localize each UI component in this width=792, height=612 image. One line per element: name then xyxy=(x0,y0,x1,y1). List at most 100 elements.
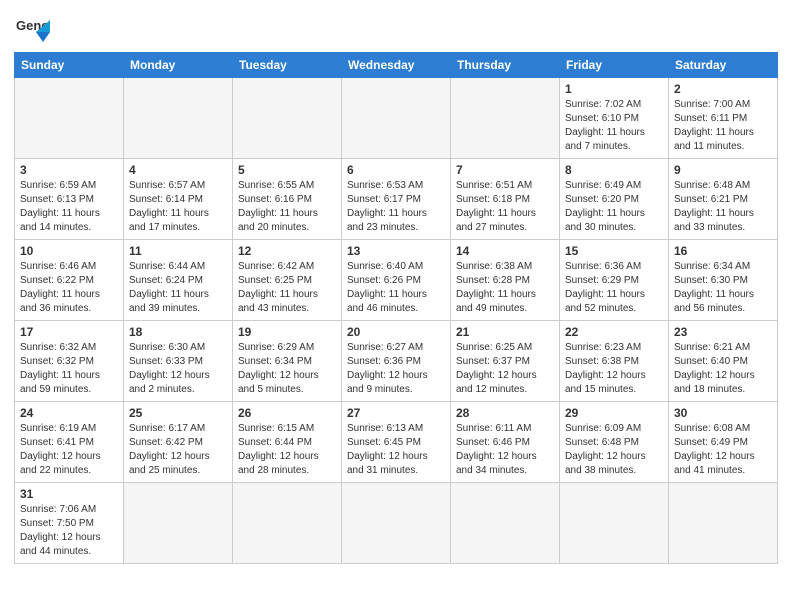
day-cell: 12Sunrise: 6:42 AM Sunset: 6:25 PM Dayli… xyxy=(233,240,342,321)
day-number: 23 xyxy=(674,325,772,339)
day-info: Sunrise: 6:30 AM Sunset: 6:33 PM Dayligh… xyxy=(129,341,227,397)
day-info: Sunrise: 6:42 AM Sunset: 6:25 PM Dayligh… xyxy=(238,260,336,316)
day-info: Sunrise: 6:36 AM Sunset: 6:29 PM Dayligh… xyxy=(565,260,663,316)
day-number: 25 xyxy=(129,406,227,420)
weekday-header-saturday: Saturday xyxy=(669,53,778,78)
day-info: Sunrise: 6:09 AM Sunset: 6:48 PM Dayligh… xyxy=(565,422,663,478)
day-cell: 15 Sunrise: 6:36 AM Sunset: 6:29 PM Dayli… xyxy=(560,240,669,321)
day-cell: 8 Sunrise: 6:49 AM Sunset: 6:20 PM Daylig… xyxy=(560,159,669,240)
day-cell xyxy=(669,483,778,564)
day-info: Sunrise: 7:06 AM Sunset: 7:50 PM Dayligh… xyxy=(20,503,118,559)
day-info: Sunrise: 6:23 AM Sunset: 6:38 PM Dayligh… xyxy=(565,341,663,397)
day-cell xyxy=(560,483,669,564)
day-number: 17 xyxy=(20,325,118,339)
day-cell: 11Sunrise: 6:44 AM Sunset: 6:24 PM Dayli… xyxy=(124,240,233,321)
day-cell: 19 Sunrise: 6:29 AM Sunset: 6:34 PM Dayli… xyxy=(233,321,342,402)
day-cell: 6Sunrise: 6:53 AM Sunset: 6:17 PM Daylig… xyxy=(342,159,451,240)
day-cell: 10Sunrise: 6:46 AM Sunset: 6:22 PM Dayli… xyxy=(15,240,124,321)
day-cell: 21Sunrise: 6:25 AM Sunset: 6:37 PM Dayli… xyxy=(451,321,560,402)
week-row-4: 24 Sunrise: 6:19 AM Sunset: 6:41 PM Dayli… xyxy=(15,402,778,483)
day-info: Sunrise: 6:13 AM Sunset: 6:45 PM Dayligh… xyxy=(347,422,445,478)
day-cell xyxy=(451,483,560,564)
week-row-3: 17 Sunrise: 6:32 AM Sunset: 6:32 PM Dayli… xyxy=(15,321,778,402)
day-info: Sunrise: 6:27 AM Sunset: 6:36 PM Dayligh… xyxy=(347,341,445,397)
week-row-0: 1Sunrise: 7:02 AM Sunset: 6:10 PM Daylig… xyxy=(15,78,778,159)
day-cell: 26 Sunrise: 6:15 AM Sunset: 6:44 PM Dayli… xyxy=(233,402,342,483)
day-cell: 23Sunrise: 6:21 AM Sunset: 6:40 PM Dayli… xyxy=(669,321,778,402)
day-cell: 27 Sunrise: 6:13 AM Sunset: 6:45 PM Dayli… xyxy=(342,402,451,483)
weekday-header-tuesday: Tuesday xyxy=(233,53,342,78)
day-info: Sunrise: 6:59 AM Sunset: 6:13 PM Dayligh… xyxy=(20,179,118,235)
day-number: 14 xyxy=(456,244,554,258)
day-info: Sunrise: 6:29 AM Sunset: 6:34 PM Dayligh… xyxy=(238,341,336,397)
day-info: Sunrise: 6:08 AM Sunset: 6:49 PM Dayligh… xyxy=(674,422,772,478)
day-cell xyxy=(451,78,560,159)
day-cell: 1Sunrise: 7:02 AM Sunset: 6:10 PM Daylig… xyxy=(560,78,669,159)
day-info: Sunrise: 7:02 AM Sunset: 6:10 PM Dayligh… xyxy=(565,98,663,154)
day-number: 7 xyxy=(456,163,554,177)
day-info: Sunrise: 6:40 AM Sunset: 6:26 PM Dayligh… xyxy=(347,260,445,316)
day-number: 13 xyxy=(347,244,445,258)
day-info: Sunrise: 6:51 AM Sunset: 6:18 PM Dayligh… xyxy=(456,179,554,235)
day-number: 18 xyxy=(129,325,227,339)
day-number: 8 xyxy=(565,163,663,177)
day-info: Sunrise: 7:00 AM Sunset: 6:11 PM Dayligh… xyxy=(674,98,772,154)
day-info: Sunrise: 6:55 AM Sunset: 6:16 PM Dayligh… xyxy=(238,179,336,235)
day-number: 2 xyxy=(674,82,772,96)
week-row-2: 10Sunrise: 6:46 AM Sunset: 6:22 PM Dayli… xyxy=(15,240,778,321)
day-info: Sunrise: 6:38 AM Sunset: 6:28 PM Dayligh… xyxy=(456,260,554,316)
day-cell xyxy=(342,483,451,564)
day-info: Sunrise: 6:44 AM Sunset: 6:24 PM Dayligh… xyxy=(129,260,227,316)
logo: General xyxy=(14,10,54,46)
day-cell xyxy=(233,483,342,564)
day-info: Sunrise: 6:32 AM Sunset: 6:32 PM Dayligh… xyxy=(20,341,118,397)
general-blue-logo-icon: General xyxy=(14,10,50,46)
day-info: Sunrise: 6:46 AM Sunset: 6:22 PM Dayligh… xyxy=(20,260,118,316)
day-cell xyxy=(124,483,233,564)
day-number: 9 xyxy=(674,163,772,177)
day-cell: 3Sunrise: 6:59 AM Sunset: 6:13 PM Daylig… xyxy=(15,159,124,240)
day-number: 16 xyxy=(674,244,772,258)
day-number: 26 xyxy=(238,406,336,420)
day-cell: 20 Sunrise: 6:27 AM Sunset: 6:36 PM Dayli… xyxy=(342,321,451,402)
day-cell: 13 Sunrise: 6:40 AM Sunset: 6:26 PM Dayli… xyxy=(342,240,451,321)
day-info: Sunrise: 6:19 AM Sunset: 6:41 PM Dayligh… xyxy=(20,422,118,478)
weekday-header-thursday: Thursday xyxy=(451,53,560,78)
calendar-table: SundayMondayTuesdayWednesdayThursdayFrid… xyxy=(14,52,778,564)
day-info: Sunrise: 6:49 AM Sunset: 6:20 PM Dayligh… xyxy=(565,179,663,235)
day-cell: 30 Sunrise: 6:08 AM Sunset: 6:49 PM Dayli… xyxy=(669,402,778,483)
weekday-header-friday: Friday xyxy=(560,53,669,78)
day-cell xyxy=(342,78,451,159)
day-info: Sunrise: 6:53 AM Sunset: 6:17 PM Dayligh… xyxy=(347,179,445,235)
day-info: Sunrise: 6:15 AM Sunset: 6:44 PM Dayligh… xyxy=(238,422,336,478)
day-number: 19 xyxy=(238,325,336,339)
day-info: Sunrise: 6:34 AM Sunset: 6:30 PM Dayligh… xyxy=(674,260,772,316)
day-cell: 4 Sunrise: 6:57 AM Sunset: 6:14 PM Daylig… xyxy=(124,159,233,240)
day-cell xyxy=(15,78,124,159)
day-cell xyxy=(124,78,233,159)
day-cell: 14 Sunrise: 6:38 AM Sunset: 6:28 PM Dayli… xyxy=(451,240,560,321)
day-cell: 28Sunrise: 6:11 AM Sunset: 6:46 PM Dayli… xyxy=(451,402,560,483)
page: General SundayMondayTuesdayWednesdayThur… xyxy=(0,0,792,570)
day-cell: 24 Sunrise: 6:19 AM Sunset: 6:41 PM Dayli… xyxy=(15,402,124,483)
day-number: 30 xyxy=(674,406,772,420)
day-number: 24 xyxy=(20,406,118,420)
day-number: 20 xyxy=(347,325,445,339)
day-cell: 29Sunrise: 6:09 AM Sunset: 6:48 PM Dayli… xyxy=(560,402,669,483)
weekday-header-wednesday: Wednesday xyxy=(342,53,451,78)
day-cell: 7 Sunrise: 6:51 AM Sunset: 6:18 PM Daylig… xyxy=(451,159,560,240)
day-number: 5 xyxy=(238,163,336,177)
day-cell: 9Sunrise: 6:48 AM Sunset: 6:21 PM Daylig… xyxy=(669,159,778,240)
weekday-header-monday: Monday xyxy=(124,53,233,78)
day-number: 4 xyxy=(129,163,227,177)
day-info: Sunrise: 6:25 AM Sunset: 6:37 PM Dayligh… xyxy=(456,341,554,397)
day-cell: 22Sunrise: 6:23 AM Sunset: 6:38 PM Dayli… xyxy=(560,321,669,402)
day-number: 15 xyxy=(565,244,663,258)
day-number: 27 xyxy=(347,406,445,420)
day-cell: 25Sunrise: 6:17 AM Sunset: 6:42 PM Dayli… xyxy=(124,402,233,483)
day-cell: 5 Sunrise: 6:55 AM Sunset: 6:16 PM Daylig… xyxy=(233,159,342,240)
weekday-header-sunday: Sunday xyxy=(15,53,124,78)
day-number: 31 xyxy=(20,487,118,501)
day-info: Sunrise: 6:57 AM Sunset: 6:14 PM Dayligh… xyxy=(129,179,227,235)
weekday-header-row: SundayMondayTuesdayWednesdayThursdayFrid… xyxy=(15,53,778,78)
